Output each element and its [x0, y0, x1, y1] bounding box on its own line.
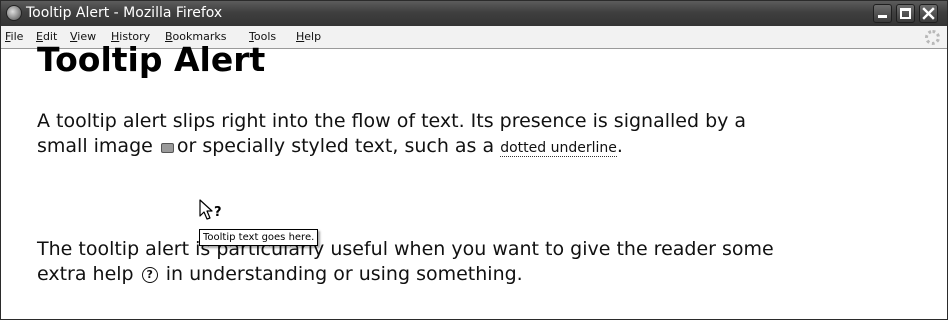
paragraph-intro: A tooltip alert slips right into the flo… [37, 109, 746, 161]
flag-icon[interactable] [160, 143, 174, 153]
maximize-button[interactable] [896, 4, 915, 23]
window-title: Tooltip Alert - Mozilla Firefox [26, 5, 223, 21]
page-title: Tooltip Alert [37, 40, 266, 79]
text-segment: extra help [37, 263, 134, 285]
minimize-icon [878, 15, 887, 18]
paragraph-line: A tooltip alert slips right into the flo… [37, 110, 747, 132]
text-segment: in understanding or using something. [165, 263, 523, 285]
help-cursor-icon: ? [199, 199, 222, 220]
question-circle-icon[interactable]: ? [141, 267, 158, 283]
paragraph-line: small image or specially styled text, su… [37, 134, 746, 161]
menu-file[interactable]: File [5, 30, 23, 44]
tooltip-popup: Tooltip text goes here. [199, 229, 319, 246]
text-segment: or specially styled text, such as a [176, 135, 495, 157]
minimize-button[interactable] [873, 4, 892, 23]
svg-text:?: ? [214, 205, 222, 220]
firefox-icon [6, 5, 22, 21]
close-icon [922, 7, 935, 20]
text-segment: small image [37, 135, 153, 157]
browser-window: Tooltip Alert - Mozilla Firefox File Edi… [0, 0, 948, 320]
paragraph-line: The tooltip alert is particularly useful… [37, 238, 774, 260]
menu-help[interactable]: Help [296, 30, 321, 44]
paragraph-line: extra help ? in understanding or using s… [37, 262, 774, 287]
paragraph-usage: The tooltip alert is particularly useful… [37, 237, 774, 287]
text-segment: . [616, 135, 623, 157]
close-button[interactable] [919, 4, 938, 23]
throbber-icon [925, 30, 940, 45]
title-bar[interactable]: Tooltip Alert - Mozilla Firefox [1, 1, 947, 26]
maximize-icon [900, 8, 911, 19]
dotted-underline-link[interactable]: dotted underline [500, 140, 617, 157]
